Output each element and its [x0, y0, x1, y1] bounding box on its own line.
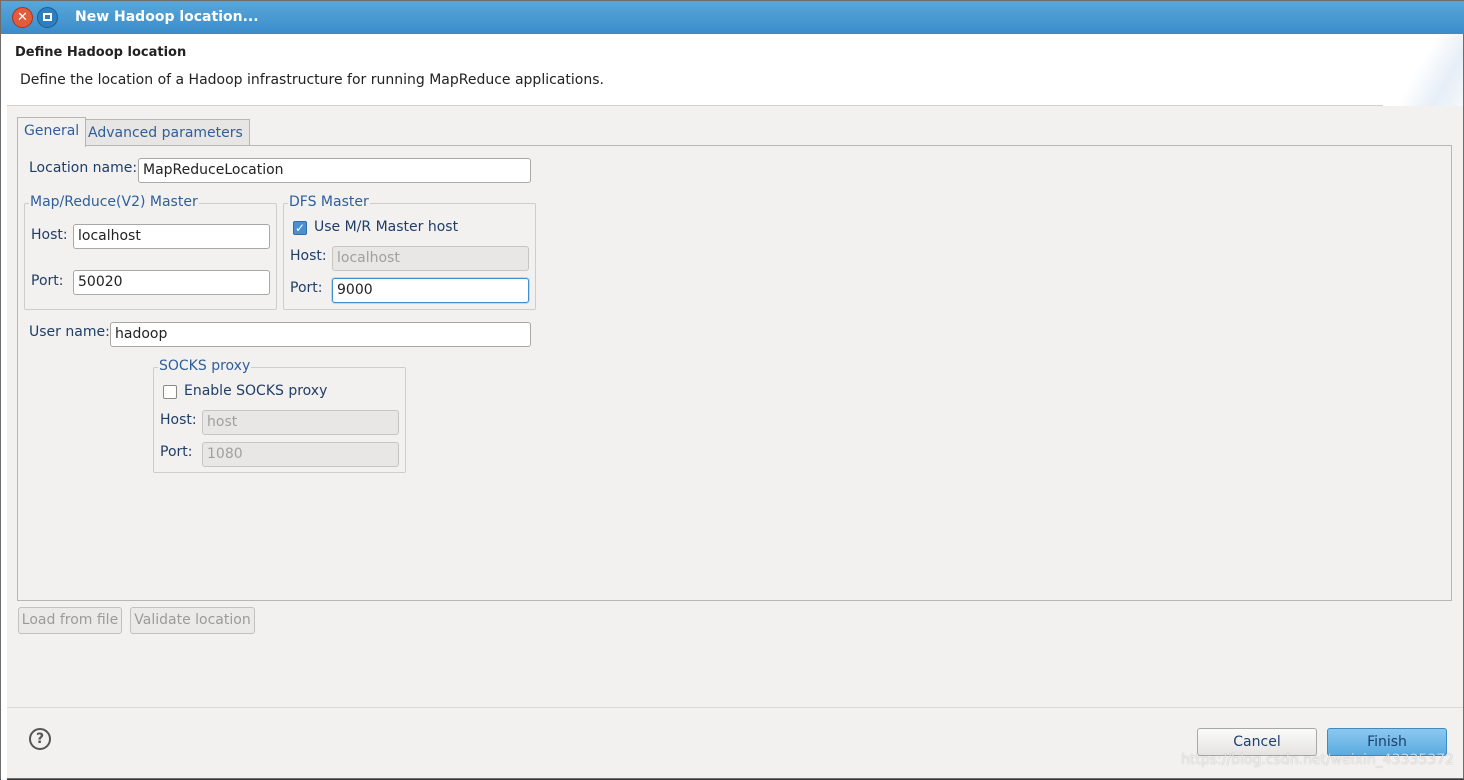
maximize-icon[interactable]: [37, 7, 58, 28]
header-title: Define Hadoop location: [15, 45, 187, 60]
dfs-master-title: DFS Master: [288, 194, 370, 210]
footer-divider: [7, 707, 1463, 708]
dfs-host-input: localhost: [332, 246, 529, 271]
load-from-file-button[interactable]: Load from file: [18, 607, 122, 634]
location-name-input[interactable]: MapReduceLocation: [138, 158, 531, 183]
left-edge: [1, 34, 7, 780]
mr-host-input[interactable]: localhost: [73, 224, 270, 249]
socks-host-label: Host:: [160, 412, 197, 428]
socks-host-input: host: [202, 410, 399, 435]
user-name-input[interactable]: hadoop: [110, 322, 531, 347]
watermark-text: https://blog.csdn.net/weixin_43335372: [1181, 752, 1455, 768]
socks-port-input: 1080: [202, 442, 399, 467]
header-description: Define the location of a Hadoop infrastr…: [20, 72, 604, 88]
dialog-window: ✕ New Hadoop location... Define Hadoop l…: [0, 0, 1464, 780]
window-title: New Hadoop location...: [75, 9, 259, 25]
tab-advanced-parameters[interactable]: Advanced parameters: [81, 119, 250, 146]
mr-host-label: Host:: [31, 227, 68, 243]
socks-port-label: Port:: [160, 444, 193, 460]
tab-general[interactable]: General: [17, 117, 87, 147]
dfs-host-label: Host:: [290, 248, 327, 264]
dfs-port-input[interactable]: 9000: [332, 278, 529, 303]
user-name-label: User name:: [29, 324, 110, 340]
enable-socks-checkbox[interactable]: [163, 385, 177, 399]
mr-port-label: Port:: [31, 273, 64, 289]
mr-master-title: Map/Reduce(V2) Master: [29, 194, 199, 210]
close-icon[interactable]: ✕: [12, 7, 33, 28]
help-icon[interactable]: ?: [29, 728, 51, 750]
use-mr-host-label[interactable]: Use M/R Master host: [314, 219, 458, 235]
enable-socks-label[interactable]: Enable SOCKS proxy: [184, 383, 327, 399]
location-name-label: Location name:: [29, 160, 138, 176]
dfs-port-label: Port:: [290, 280, 323, 296]
dialog-header: [7, 34, 1463, 106]
mr-port-input[interactable]: 50020: [73, 270, 270, 295]
validate-location-button[interactable]: Validate location: [130, 607, 255, 634]
socks-proxy-title: SOCKS proxy: [158, 358, 252, 374]
use-mr-host-checkbox[interactable]: ✓: [293, 221, 307, 235]
header-banner-graphic: [1383, 34, 1463, 106]
